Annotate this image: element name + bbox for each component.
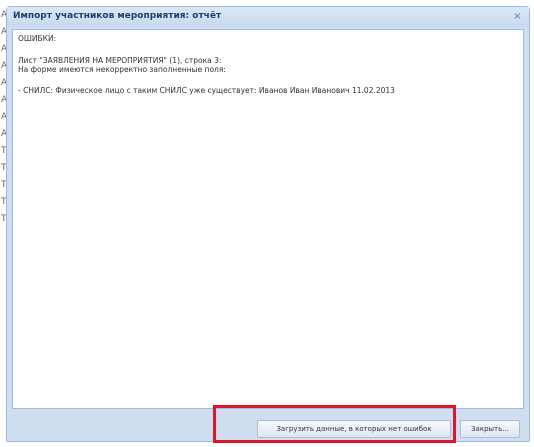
load-valid-data-button[interactable]: Загрузить данные, в которых нет ошибок <box>257 420 451 438</box>
dialog-title: Импорт участников мероприятия: отчёт <box>13 11 222 21</box>
report-line-invalid-fields: На форме имеются некорректно заполненные… <box>18 65 226 74</box>
close-button[interactable]: Закрыть... <box>460 420 520 438</box>
report-line-snils-error: - СНИЛС: Физическое лицо с таким СНИЛС у… <box>18 86 395 95</box>
close-icon[interactable]: × <box>511 10 524 23</box>
report-line-errors-heading: ОШИБКИ: <box>18 34 57 43</box>
report-text-area[interactable]: ОШИБКИ: Лист "ЗАЯВЛЕНИЯ НА МЕРОПРИЯТИЯ" … <box>12 29 524 409</box>
import-report-dialog: Импорт участников мероприятия: отчёт × О… <box>6 6 530 442</box>
dialog-titlebar[interactable]: Импорт участников мероприятия: отчёт × <box>7 7 529 27</box>
